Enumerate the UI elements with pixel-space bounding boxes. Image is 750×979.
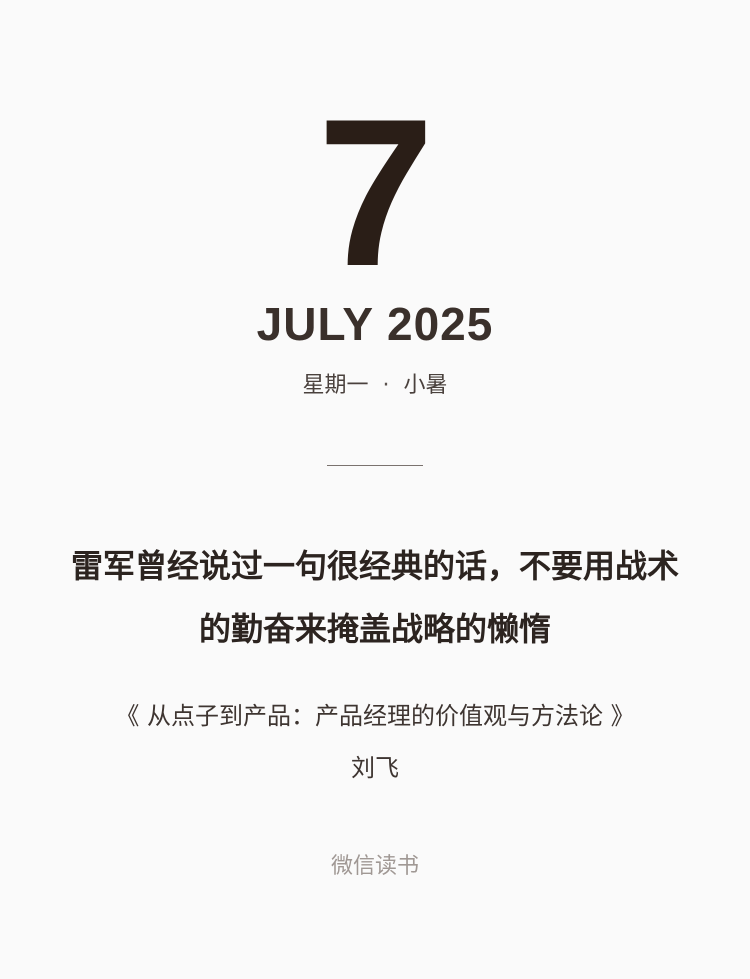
quote-text: 雷军曾经说过一句很经典的话，不要用战术的勤奋来掩盖战略的懒惰 xyxy=(70,547,679,648)
quote-source: 《 从点子到产品：产品经理的价值观与方法论 》 xyxy=(115,702,635,730)
weekday: 星期一 xyxy=(302,373,369,398)
day-number: 7 xyxy=(317,75,435,310)
month-year: JULY 2025 xyxy=(256,298,494,350)
brand-name: 微信读书 xyxy=(330,854,419,879)
divider xyxy=(327,465,423,466)
solar-term: 小暑 xyxy=(403,373,448,398)
weekday-solar-term: 星期一 · 小暑 xyxy=(0,371,750,401)
separator-dot: · xyxy=(382,373,390,398)
daily-quote-card: 7 JULY 2025 星期一 · 小暑 雷军曾经说过一句很经典的话，不要用战术的勤… xyxy=(0,0,750,979)
quote-author: 刘飞 xyxy=(351,754,399,782)
